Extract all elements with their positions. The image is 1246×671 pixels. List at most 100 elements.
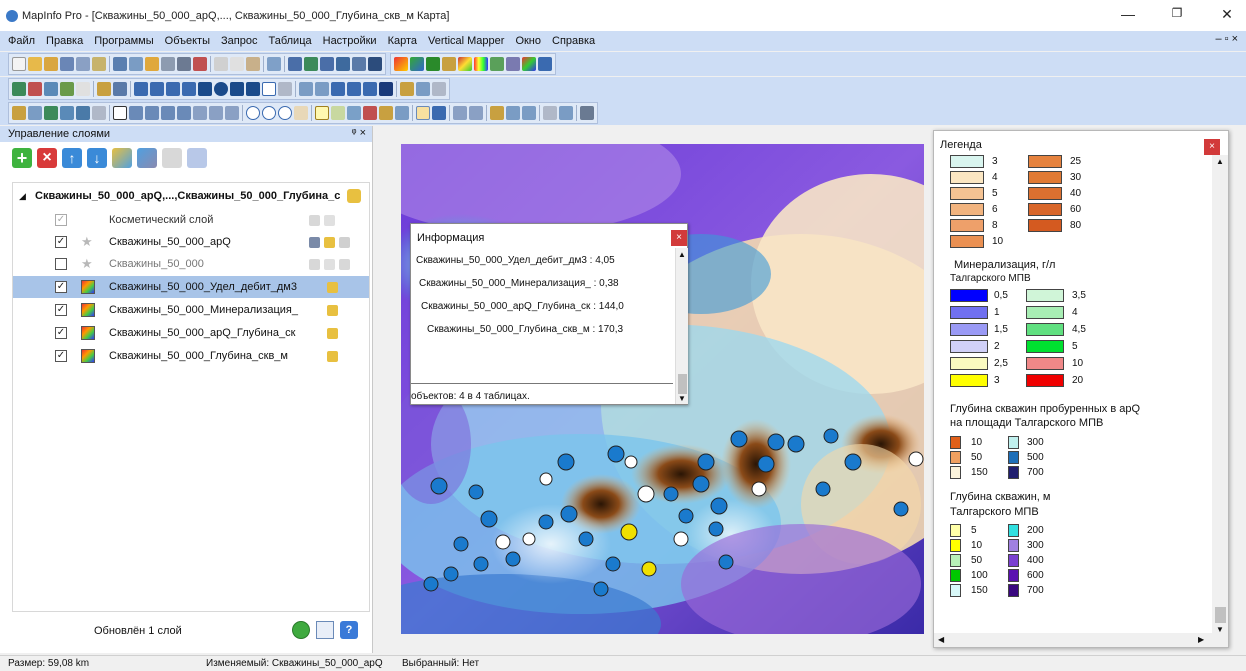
layout-tool-7-icon[interactable] bbox=[559, 106, 573, 120]
menu-help[interactable]: Справка bbox=[552, 35, 595, 47]
vm-profile-icon[interactable] bbox=[458, 57, 472, 71]
options-icon[interactable] bbox=[316, 621, 334, 639]
polygon-select-icon[interactable] bbox=[161, 106, 175, 120]
menu-programs[interactable]: Программы bbox=[94, 35, 153, 47]
radius-select-icon[interactable] bbox=[145, 106, 159, 120]
vm-analysis-icon[interactable] bbox=[490, 57, 504, 71]
layout-tool-3-icon[interactable] bbox=[490, 106, 504, 120]
layer-edit-icon[interactable] bbox=[187, 148, 207, 168]
grid-tool-icon[interactable] bbox=[327, 327, 338, 339]
grid-tool-icon[interactable] bbox=[327, 281, 338, 293]
select-all-icon[interactable] bbox=[225, 106, 239, 120]
frame-tool-icon[interactable] bbox=[278, 82, 292, 96]
info-tool-icon[interactable] bbox=[315, 106, 329, 120]
symbol-style-icon[interactable] bbox=[331, 82, 345, 96]
print-preview-icon[interactable] bbox=[177, 57, 191, 71]
selectable-icon[interactable] bbox=[324, 236, 335, 248]
menu-query[interactable]: Запрос bbox=[221, 35, 257, 47]
layout-tool-4-icon[interactable] bbox=[506, 106, 520, 120]
line-style-icon[interactable] bbox=[347, 82, 361, 96]
reshape-icon[interactable] bbox=[299, 82, 313, 96]
pdf-icon[interactable] bbox=[193, 57, 207, 71]
refresh-icon[interactable] bbox=[292, 621, 310, 639]
drawing-tool-2-icon[interactable] bbox=[28, 82, 42, 96]
drawing-tool-6-icon[interactable] bbox=[97, 82, 111, 96]
drawing-tool-5-icon[interactable] bbox=[76, 82, 90, 96]
export-icon[interactable] bbox=[129, 57, 143, 71]
new-3d-icon[interactable] bbox=[368, 57, 382, 71]
pin-close-icon[interactable]: ᵠ × bbox=[352, 127, 366, 139]
save-icon[interactable] bbox=[60, 57, 74, 71]
minimize-icon[interactable]: — bbox=[1113, 6, 1143, 22]
layer-label-icon[interactable] bbox=[162, 148, 182, 168]
statistics-icon[interactable] bbox=[432, 106, 446, 120]
arc-icon[interactable] bbox=[182, 82, 196, 96]
scroll-thumb[interactable] bbox=[678, 374, 687, 394]
main-tool-1-icon[interactable] bbox=[12, 106, 26, 120]
new-icon[interactable] bbox=[12, 57, 26, 71]
layer-row-yield-selected[interactable]: ✓ Скважины_50_000_Удел_дебит_дм3 bbox=[13, 276, 369, 298]
close-table-icon[interactable] bbox=[92, 57, 106, 71]
move-down-icon[interactable]: ↓ bbox=[87, 148, 107, 168]
map-group-icon[interactable] bbox=[347, 189, 361, 203]
add-layer-icon[interactable]: + bbox=[12, 148, 32, 168]
rectangle-icon[interactable] bbox=[230, 82, 244, 96]
remove-layer-icon[interactable]: × bbox=[37, 148, 57, 168]
layer-visible-checkbox[interactable]: ✓ bbox=[55, 327, 67, 339]
scroll-left-icon[interactable]: ◀ bbox=[938, 635, 944, 644]
help-icon[interactable]: ? bbox=[340, 621, 358, 639]
map-group-row[interactable]: ◢ Скважины_50_000_apQ,...,Скважины_50_00… bbox=[13, 185, 369, 207]
layer-style-icon[interactable] bbox=[112, 148, 132, 168]
add-node-icon[interactable] bbox=[315, 82, 329, 96]
new-map-icon[interactable] bbox=[304, 57, 318, 71]
main-tool-6-icon[interactable] bbox=[92, 106, 106, 120]
vm-arrows-icon[interactable] bbox=[506, 57, 520, 71]
new-graph-icon[interactable] bbox=[320, 57, 334, 71]
zoom-in-icon[interactable] bbox=[246, 106, 260, 120]
main-tool-3-icon[interactable] bbox=[44, 106, 58, 120]
select-arrow-icon[interactable] bbox=[113, 106, 127, 120]
open-folder-icon[interactable] bbox=[145, 57, 159, 71]
rounded-rect-icon[interactable] bbox=[246, 82, 260, 96]
scroll-down-icon[interactable]: ▼ bbox=[678, 394, 686, 403]
misc-tool-2-icon[interactable] bbox=[416, 82, 430, 96]
layer-row-cosmetic[interactable]: ✓ Косметический слой bbox=[13, 209, 369, 231]
polyline-icon[interactable] bbox=[166, 82, 180, 96]
layer-row-apq[interactable]: ✓ ★ Скважины_50_000_apQ bbox=[13, 231, 369, 253]
menu-window[interactable]: Окно bbox=[515, 35, 541, 47]
grid-tool-icon[interactable] bbox=[327, 350, 338, 362]
vm-layers-icon[interactable] bbox=[522, 57, 536, 71]
hotlink-icon[interactable] bbox=[331, 106, 345, 120]
layer-row-apq-depth[interactable]: ✓ Скважины_50_000_apQ_Глубина_ск bbox=[13, 322, 369, 344]
new-browser-icon[interactable] bbox=[288, 57, 302, 71]
menu-map[interactable]: Карта bbox=[388, 35, 417, 47]
drawing-tool-4-icon[interactable] bbox=[60, 82, 74, 96]
close-icon[interactable]: ✕ bbox=[1212, 6, 1242, 23]
copy-icon[interactable] bbox=[230, 57, 244, 71]
new-redistrict-icon[interactable] bbox=[352, 57, 366, 71]
layer-visible-checkbox[interactable]: ✓ bbox=[55, 236, 67, 248]
text-tool-icon[interactable] bbox=[262, 82, 276, 96]
vm-contour-icon[interactable] bbox=[410, 57, 424, 71]
save-as-icon[interactable] bbox=[76, 57, 90, 71]
menu-vertical-mapper[interactable]: Vertical Mapper bbox=[428, 35, 504, 47]
layer-visible-checkbox[interactable]: ✓ bbox=[55, 350, 67, 362]
diagonal-line-icon[interactable] bbox=[150, 82, 164, 96]
legend-hscrollbar[interactable]: ◀ ▶ bbox=[934, 633, 1212, 647]
layout-tool-8-icon[interactable] bbox=[580, 106, 594, 120]
undo-icon[interactable] bbox=[267, 57, 281, 71]
layer-row-mineralization[interactable]: ✓ Скважины_50_000_Минерализация_ bbox=[13, 299, 369, 321]
layout-tool-5-icon[interactable] bbox=[522, 106, 536, 120]
status-editable[interactable]: Изменяемый: Скважины_50_000_apQ bbox=[206, 658, 383, 669]
open-workspace-icon[interactable] bbox=[44, 57, 58, 71]
drawing-tool-1-icon[interactable] bbox=[12, 82, 26, 96]
layer-props-icon[interactable] bbox=[137, 148, 157, 168]
layout-tool-1-icon[interactable] bbox=[453, 106, 467, 120]
change-view-icon[interactable] bbox=[278, 106, 292, 120]
layer-visible-checkbox[interactable]: ✓ bbox=[55, 281, 67, 293]
status-selected[interactable]: Выбранный: Нет bbox=[402, 658, 479, 669]
polygon-icon[interactable] bbox=[198, 82, 212, 96]
layer-row-wells[interactable]: ✓ ★ Скважины_50_000 bbox=[13, 253, 369, 275]
save-workspace-icon[interactable] bbox=[113, 57, 127, 71]
layer-visible-checkbox[interactable]: ✓ bbox=[55, 214, 67, 226]
